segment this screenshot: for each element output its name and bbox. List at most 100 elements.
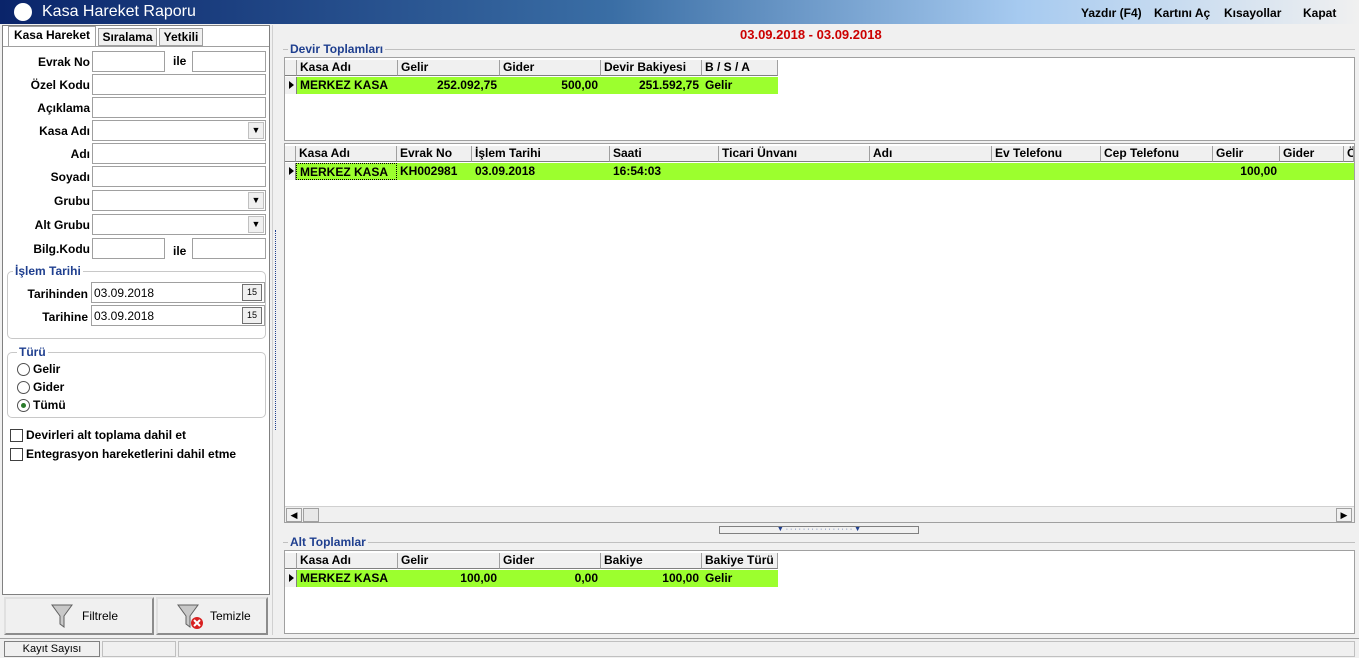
gelir-radio-label: Gelir	[33, 362, 61, 376]
record-count-value	[102, 641, 176, 657]
main-col-ev-telefonu[interactable]: Ev Telefonu	[992, 146, 1101, 162]
main-col-islem-tarihi[interactable]: İşlem Tarihi	[472, 146, 610, 162]
scrollbar-thumb[interactable]	[303, 508, 319, 522]
devir-col-gider[interactable]: Gider	[500, 60, 601, 76]
main-cell-gider	[1280, 163, 1344, 180]
devir-cell-bsa: Gelir	[705, 78, 733, 92]
tab-divider	[3, 46, 269, 47]
window-title: Kasa Hareket Raporu	[42, 3, 196, 20]
row-indicator-icon	[285, 570, 297, 587]
tab-yetkili[interactable]: Yetkili	[159, 28, 203, 46]
main-grid: Kasa Adı Evrak No İşlem Tarihi Saati Tic…	[284, 143, 1355, 523]
alt-cell-gelir: 100,00	[460, 571, 497, 585]
alt-col-gider[interactable]: Gider	[500, 553, 601, 569]
alt-col-bakiye[interactable]: Bakiye	[601, 553, 702, 569]
ozel-kodu-input[interactable]	[92, 74, 266, 95]
gider-radio-label: Gider	[33, 380, 65, 394]
main-col-adi[interactable]: Adı	[870, 146, 992, 162]
print-menu-item[interactable]: Yazdır (F4)	[1081, 6, 1142, 20]
scroll-right-icon[interactable]: ▶	[1336, 508, 1352, 522]
devir-col-gelir[interactable]: Gelir	[398, 60, 500, 76]
devir-col-bsa[interactable]: B / S / A	[702, 60, 778, 76]
alt-grubu-label: Alt Grubu	[34, 218, 90, 232]
main-col-gelir[interactable]: Gelir	[1213, 146, 1280, 162]
kasa-adi-label: Kasa Adı	[39, 124, 90, 138]
chevron-down-icon[interactable]: ▼	[248, 192, 264, 209]
devir-cell-gider: 500,00	[561, 78, 598, 92]
main-col-saati[interactable]: Saati	[610, 146, 719, 162]
filter-panel: Kasa Hareket Sıralama Yetkili Evrak No i…	[2, 25, 270, 595]
chevron-down-icon[interactable]: ▼	[248, 216, 264, 233]
devir-col-devir-bakiyesi[interactable]: Devir Bakiyesi	[601, 60, 702, 76]
tumu-radio-label: Tümü	[33, 398, 66, 412]
clear-button[interactable]: Temizle	[156, 597, 268, 635]
entegrasyon-checkbox[interactable]	[10, 448, 23, 461]
main-cell-saati: 16:54:03	[613, 164, 662, 178]
clear-button-label: Temizle	[210, 609, 251, 623]
main-col-kasa-adi[interactable]: Kasa Adı	[296, 146, 397, 162]
devir-grid-corner	[285, 60, 297, 76]
devirleri-checkbox-label: Devirleri alt toplama dahil et	[26, 428, 187, 442]
gider-radio[interactable]	[17, 381, 30, 394]
tab-siralama[interactable]: Sıralama	[98, 28, 157, 46]
devirleri-checkbox[interactable]	[10, 429, 23, 442]
alt-cell-bakiye-turu: Gelir	[705, 571, 733, 585]
calendar-icon[interactable]: 15	[242, 307, 262, 324]
tarihinden-date-input[interactable]: 03.09.2018 15	[91, 282, 265, 303]
devir-section-rule	[283, 49, 1355, 51]
alt-cell-bakiye: 100,00	[662, 571, 699, 585]
alt-col-gelir[interactable]: Gelir	[398, 553, 500, 569]
alt-col-bakiye-turu[interactable]: Bakiye Türü	[702, 553, 778, 569]
devir-grid: Kasa Adı Gelir Gider Devir Bakiyesi B / …	[284, 57, 1355, 141]
app-logo-icon	[14, 3, 32, 21]
open-card-menu-item[interactable]: Kartını Aç	[1154, 6, 1210, 20]
main-col-overflow[interactable]: Ö	[1344, 146, 1354, 162]
main-cell-evrak-no: KH002981	[400, 164, 458, 178]
tarihinden-label: Tarihinden	[27, 287, 88, 301]
funnel-icon	[51, 604, 73, 628]
adi-input[interactable]	[92, 143, 266, 164]
main-grid-corner	[285, 146, 296, 162]
chevron-down-icon[interactable]: ▼	[248, 122, 264, 139]
ozel-kodu-label: Özel Kodu	[30, 78, 90, 92]
scroll-left-icon[interactable]: ◀	[286, 508, 302, 522]
aciklama-input[interactable]	[92, 97, 266, 118]
entegrasyon-checkbox-label: Entegrasyon hareketlerini dahil etme	[26, 447, 237, 461]
bilg-kodu-from-input[interactable]	[92, 238, 165, 259]
evrak-no-to-input[interactable]	[192, 51, 266, 72]
gelir-radio[interactable]	[17, 363, 30, 376]
aciklama-label: Açıklama	[37, 101, 90, 115]
devir-col-kasa-adi[interactable]: Kasa Adı	[297, 60, 398, 76]
kasa-adi-combo[interactable]: ▼	[92, 120, 266, 141]
alt-col-kasa-adi[interactable]: Kasa Adı	[297, 553, 398, 569]
devir-cell-gelir: 252.092,75	[436, 78, 497, 92]
turu-title: Türü	[17, 345, 48, 359]
tab-kasa-hareket[interactable]: Kasa Hareket	[8, 26, 96, 46]
main-col-gider[interactable]: Gider	[1280, 146, 1344, 162]
date-range-header: 03.09.2018 - 03.09.2018	[740, 27, 882, 42]
main-cell-kasa-adi: MERKEZ KASA	[296, 163, 397, 180]
evrak-no-from-input[interactable]	[92, 51, 165, 72]
tumu-radio[interactable]	[17, 399, 30, 412]
grubu-combo[interactable]: ▼	[92, 190, 266, 211]
main-col-ticari-unvani[interactable]: Ticari Ünvanı	[719, 146, 870, 162]
tarihine-value: 03.09.2018	[94, 309, 155, 323]
alt-grubu-combo[interactable]: ▼	[92, 214, 266, 235]
close-menu-item[interactable]: Kapat	[1303, 6, 1336, 20]
main-cell-ticari-unvani	[719, 163, 870, 180]
devir-section-title: Devir Toplamları	[288, 42, 386, 56]
main-col-evrak-no[interactable]: Evrak No	[397, 146, 472, 162]
vertical-splitter[interactable]	[272, 25, 280, 635]
tarihine-date-input[interactable]: 03.09.2018 15	[91, 305, 265, 326]
evrak-no-ile-label: ile	[173, 54, 187, 68]
calendar-icon[interactable]: 15	[242, 284, 262, 301]
main-cell-gelir: 100,00	[1240, 164, 1277, 178]
soyadi-input[interactable]	[92, 166, 266, 187]
bilg-kodu-to-input[interactable]	[192, 238, 266, 259]
horizontal-splitter-handle[interactable]: ▼ · · · · · · · · · · · · · · · · ▼	[719, 526, 919, 534]
shortcuts-menu-item[interactable]: Kısayollar	[1224, 6, 1281, 20]
filter-button[interactable]: Filtrele	[4, 597, 154, 635]
bilg-kodu-label: Bilg.Kodu	[33, 242, 90, 256]
horizontal-scrollbar[interactable]: ◀ ▶	[285, 506, 1354, 522]
main-col-cep-telefonu[interactable]: Cep Telefonu	[1101, 146, 1213, 162]
